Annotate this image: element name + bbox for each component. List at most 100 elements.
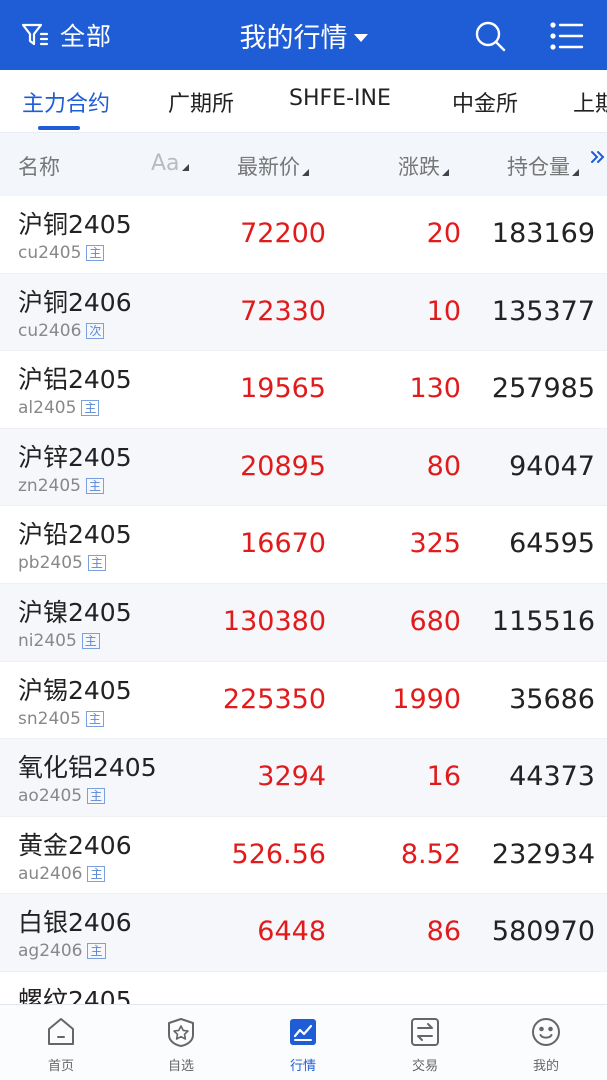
home-icon	[48, 1018, 74, 1045]
page-title-dropdown[interactable]: 我的行情	[0, 16, 607, 55]
contract-name: 白银2406	[18, 908, 132, 938]
price-change: 16	[426, 761, 461, 793]
contract-name: 黄金2406	[18, 830, 132, 860]
table-row[interactable]: 沪镍2405 ni2405 主 130380 680 115516	[0, 583, 607, 662]
open-interest: 135377	[491, 295, 595, 327]
price-change: 325	[409, 528, 461, 560]
contract-name: 沪镍2405	[18, 597, 132, 627]
contract-code: pb2405	[18, 553, 83, 574]
latest-price: 72200	[240, 218, 326, 249]
price-change: 20	[426, 218, 461, 249]
sort-icon	[572, 169, 579, 176]
contract-name: 沪铜2406	[18, 287, 132, 317]
bottom-navigation: 首页 自选 行情 交易 我的	[0, 1004, 607, 1080]
open-interest: 44373	[509, 761, 595, 793]
table-row[interactable]: 黄金2406 au2406 主 526.56 8.52 232934	[0, 817, 607, 895]
open-interest: 35686	[509, 683, 595, 715]
tab-main-contracts[interactable]: 主力合约	[22, 86, 110, 118]
sort-icon	[181, 164, 189, 171]
tab-shfe-ine[interactable]: SHFE-INE	[289, 86, 391, 111]
open-interest: 257985	[491, 373, 595, 405]
column-latest-price[interactable]: 最新价	[237, 151, 309, 181]
table-row[interactable]: 沪锌2405 zn2405 主 20895 80 94047	[0, 428, 607, 507]
nav-home[interactable]: 首页	[21, 1015, 101, 1074]
table-row[interactable]: 沪铜2406 cu2406 次 72330 10 135377	[0, 273, 607, 352]
exchange-tabs: 主力合约 广期所 SHFE-INE 中金所 上期	[0, 70, 607, 132]
open-interest: 232934	[491, 838, 595, 870]
contract-code: sn2405	[18, 708, 81, 729]
menu-icon[interactable]	[549, 19, 585, 53]
nav-market[interactable]: 行情	[263, 1015, 343, 1074]
price-change: 8.52	[400, 838, 461, 870]
price-change: 680	[409, 605, 461, 637]
search-icon[interactable]	[473, 19, 507, 53]
latest-price: 225350	[222, 683, 326, 715]
contract-name: 沪铝2405	[18, 365, 132, 395]
price-change: 10	[426, 295, 461, 327]
contract-name: 螺纹2405	[18, 985, 132, 1004]
page-title: 我的行情	[239, 23, 348, 54]
open-interest: 115516	[491, 605, 595, 637]
contract-code: ag2406	[18, 941, 83, 962]
column-header: 名称 Aa 最新价 涨跌 持仓量	[0, 132, 607, 196]
table-row[interactable]: 沪铅2405 pb2405 主 16670 325 64595	[0, 506, 607, 584]
latest-price: 20895	[240, 450, 326, 482]
contract-badge: 主	[86, 245, 105, 261]
active-tab-indicator	[38, 126, 80, 130]
contract-badge: 主	[85, 710, 104, 727]
column-change[interactable]: 涨跌	[398, 151, 449, 181]
favorites-icon	[168, 1018, 194, 1047]
contract-code: cu2406	[18, 320, 82, 341]
column-name[interactable]: 名称	[18, 151, 60, 181]
double-chevron-right-icon[interactable]	[588, 147, 607, 167]
open-interest: 183169	[491, 218, 595, 249]
price-change: 1990	[392, 683, 461, 715]
table-row[interactable]: 白银2406 ag2406 主 6448 86 580970	[0, 894, 607, 972]
sort-by-name-toggle[interactable]: Aa	[151, 151, 189, 176]
open-interest: 580970	[491, 916, 595, 948]
table-row[interactable]: 沪铜2405 cu2405 主 72200 20 183169	[0, 196, 607, 274]
latest-price: 16670	[240, 528, 326, 560]
price-change: 86	[426, 916, 461, 948]
tab-gfex[interactable]: 广期所	[168, 86, 234, 118]
contract-badge: 主	[87, 943, 106, 960]
table-row[interactable]: 沪锡2405 sn2405 主 225350 1990 35686	[0, 662, 607, 740]
contract-code: ni2405	[18, 630, 77, 651]
contract-name: 氧化铝2405	[18, 753, 157, 783]
latest-price: 72330	[240, 295, 326, 327]
contract-name: 沪铅2405	[18, 520, 132, 550]
market-icon	[290, 1019, 316, 1045]
price-change: 80	[426, 450, 461, 482]
contract-code: ao2405	[18, 786, 83, 807]
quote-list: 沪铜2405 cu2405 主 72200 20 183169 沪铜2406 cu…	[0, 196, 607, 1004]
nav-profile[interactable]: 我的	[506, 1015, 586, 1074]
contract-badge: 主	[81, 632, 100, 649]
contract-badge: 主	[81, 400, 100, 417]
contract-badge: 次	[86, 322, 105, 339]
sort-icon	[302, 169, 309, 176]
trade-icon	[411, 1018, 439, 1046]
table-row[interactable]: 螺纹2405	[0, 972, 607, 1004]
contract-code: al2405	[18, 398, 77, 419]
latest-price: 130380	[222, 605, 326, 637]
sort-icon	[442, 169, 449, 176]
column-open-interest[interactable]: 持仓量	[507, 151, 579, 181]
profile-icon	[532, 1018, 560, 1046]
nav-favorites[interactable]: 自选	[141, 1015, 221, 1074]
latest-price: 3294	[257, 761, 326, 793]
tab-more-exchange[interactable]: 上期	[573, 86, 607, 118]
latest-price: 6448	[257, 916, 326, 948]
contract-name: 沪铜2405	[18, 210, 132, 239]
tab-cffex[interactable]: 中金所	[452, 86, 518, 118]
open-interest: 64595	[509, 528, 595, 560]
latest-price: 526.56	[231, 838, 326, 870]
table-row[interactable]: 沪铝2405 al2405 主 19565 130 257985	[0, 351, 607, 429]
contract-badge: 主	[87, 555, 106, 572]
contract-badge: 主	[87, 865, 106, 882]
latest-price: 19565	[240, 373, 326, 405]
contract-code: au2406	[18, 863, 83, 884]
table-row[interactable]: 氧化铝2405 ao2405 主 3294 16 44373	[0, 739, 607, 817]
open-interest: 94047	[509, 450, 595, 482]
nav-trade[interactable]: 交易	[385, 1015, 465, 1074]
contract-code: zn2405	[18, 475, 81, 496]
